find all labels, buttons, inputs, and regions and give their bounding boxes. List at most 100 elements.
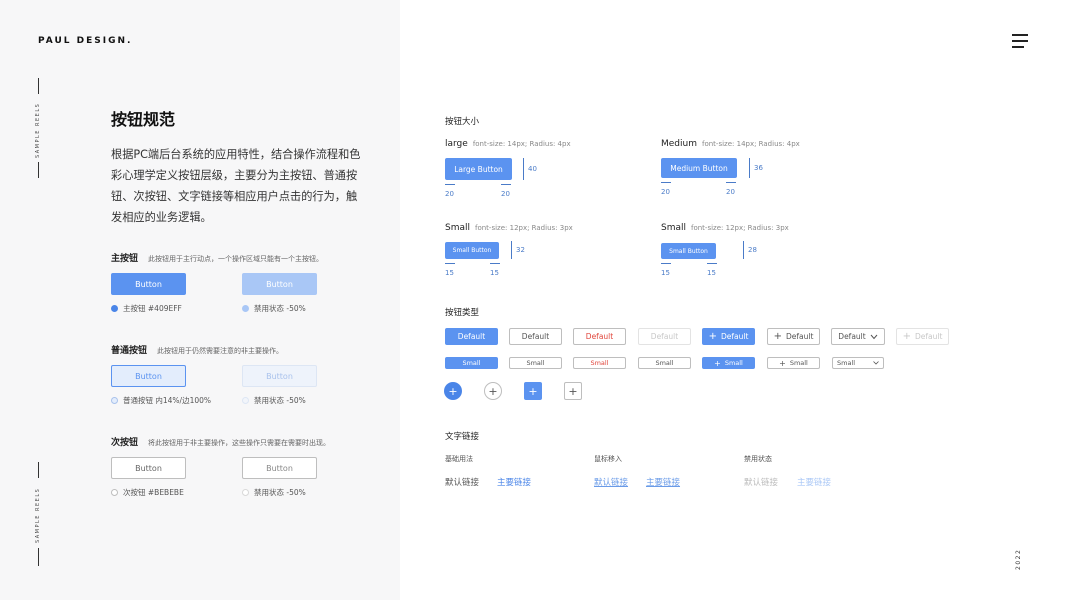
- circle-add-outline-button[interactable]: +: [484, 382, 502, 400]
- secondary-disabled-note: 禁用状态 -50%: [242, 487, 306, 498]
- dropdown-button[interactable]: Default: [831, 328, 885, 345]
- circle-add-button[interactable]: +: [444, 382, 462, 400]
- primary-button[interactable]: Button: [111, 273, 186, 295]
- small-label: Small font-size: 12px; Radius: 3px: [445, 223, 573, 233]
- menu-line: [1012, 46, 1024, 48]
- disabled-add-button: + Default: [896, 328, 949, 345]
- small2-name: Small: [661, 223, 686, 233]
- dropdown-small-button[interactable]: Small: [832, 357, 884, 369]
- small2-spec: font-size: 12px; Radius: 3px: [691, 224, 789, 232]
- small-spec: font-size: 12px; Radius: 3px: [475, 224, 573, 232]
- pad-marker: [445, 263, 455, 264]
- normal-button[interactable]: Button: [111, 365, 186, 387]
- normal-disabled-note-text: 禁用状态 -50%: [254, 396, 306, 405]
- color-dot: [242, 489, 249, 496]
- small2-height: 28: [748, 246, 757, 254]
- default-link[interactable]: 默认链接: [445, 476, 479, 488]
- secondary-title: 次按钮: [111, 438, 139, 448]
- color-dot: [111, 489, 118, 496]
- secondary-button-disabled: Button: [242, 457, 317, 479]
- normal-disabled-note: 禁用状态 -50%: [242, 395, 306, 406]
- small2-button[interactable]: Small Button: [661, 243, 716, 259]
- side-text-top: SAMPLE REELS: [35, 102, 41, 158]
- side-divider: [38, 548, 39, 566]
- links-basic-label: 基础用法: [445, 455, 473, 463]
- large-label: large font-size: 14px; Radius: 4px: [445, 139, 571, 149]
- small2-pad-right: 15: [707, 269, 716, 277]
- primary-disabled-note: 禁用状态 -50%: [242, 303, 306, 314]
- pad-marker: [726, 182, 736, 183]
- plus-icon: +: [773, 331, 782, 342]
- square-add-outline-button[interactable]: +: [564, 382, 582, 400]
- page-description: 根据PC端后台系统的应用特性，结合操作流程和色彩心理学定义按钮层级，主要分为主按…: [111, 148, 361, 224]
- dropdown-label: Default: [838, 332, 866, 341]
- normal-note-text: 普通按钮 内14%/边100%: [123, 396, 212, 405]
- small-button[interactable]: Small Button: [445, 242, 499, 259]
- primary-link-hover[interactable]: 主要链接: [646, 476, 680, 488]
- large-height: 40: [528, 165, 537, 173]
- medium-pad-right: 20: [726, 188, 735, 196]
- primary-button-disabled: Button: [242, 273, 317, 295]
- secondary-note-text: 次按钮 #BEBEBE: [123, 488, 184, 497]
- primary-link[interactable]: 主要链接: [497, 476, 531, 488]
- small-pad-right: 15: [490, 269, 499, 277]
- large-pad-right: 20: [501, 190, 510, 198]
- menu-icon[interactable]: [1012, 34, 1028, 48]
- height-marker: [743, 241, 744, 259]
- primary-add-small-label: Small: [724, 359, 743, 367]
- color-dot: [111, 397, 118, 404]
- pad-marker: [707, 263, 717, 264]
- plain-small-button[interactable]: Small: [638, 357, 691, 369]
- left-panel: [0, 0, 400, 600]
- primary-add-button[interactable]: + Default: [702, 328, 755, 345]
- secondary-button[interactable]: Button: [111, 457, 186, 479]
- disabled-add-label: Default: [914, 332, 943, 341]
- plus-icon: +: [708, 331, 717, 342]
- default-link-hover[interactable]: 默认链接: [594, 476, 628, 488]
- pad-marker: [501, 184, 511, 185]
- dropdown-small-label: Small: [837, 359, 856, 367]
- plus-icon: +: [902, 331, 911, 342]
- primary-small-button[interactable]: Small: [445, 357, 498, 369]
- primary-note-text: 主按钮 #409EFF: [123, 304, 182, 313]
- height-marker: [749, 158, 750, 178]
- normal-button-disabled: Button: [242, 365, 317, 387]
- color-dot: [111, 305, 118, 312]
- height-marker: [511, 241, 512, 259]
- side-divider: [38, 78, 39, 94]
- secondary-desc: 将此按钮用于非主要操作，这些操作只需要在需要时出现。: [148, 439, 331, 447]
- add-button[interactable]: + Default: [767, 328, 820, 345]
- secondary-note: 次按钮 #BEBEBE: [111, 487, 184, 498]
- primary-disabled-note-text: 禁用状态 -50%: [254, 304, 306, 313]
- default-button[interactable]: Default: [509, 328, 562, 345]
- normal-title: 普通按钮: [111, 346, 148, 356]
- normal-note: 普通按钮 内14%/边100%: [111, 395, 211, 406]
- page-title: 按钮规范: [111, 110, 176, 129]
- primary-title: 主按钮: [111, 254, 139, 264]
- add-small-label: Small: [789, 359, 808, 367]
- square-add-button[interactable]: +: [524, 382, 542, 400]
- side-divider: [38, 462, 39, 478]
- danger-default-button[interactable]: Default: [573, 328, 626, 345]
- primary-default-button[interactable]: Default: [445, 328, 498, 345]
- large-name: large: [445, 139, 468, 149]
- medium-button[interactable]: Medium Button: [661, 158, 737, 178]
- side-text-bottom: SAMPLE REELS: [35, 487, 41, 543]
- color-dot: [242, 397, 249, 404]
- medium-height: 36: [754, 164, 763, 172]
- year-label: 2022: [1015, 548, 1022, 570]
- plus-icon: +: [779, 358, 786, 368]
- normal-section-title: 普通按钮 此按钮用于仍然需要注意的非主要操作。: [111, 343, 283, 356]
- small-height: 32: [516, 246, 525, 254]
- large-button[interactable]: Large Button: [445, 158, 512, 180]
- danger-small-button[interactable]: Small: [573, 357, 626, 369]
- primary-desc: 此按钮用于主行动点，一个操作区域只能有一个主按钮。: [148, 255, 324, 263]
- add-small-button[interactable]: + Small: [767, 357, 820, 369]
- sizes-title: 按钮大小: [445, 117, 480, 127]
- default-link-disabled: 默认链接: [744, 478, 779, 488]
- plus-icon: +: [568, 384, 578, 398]
- menu-line: [1012, 40, 1028, 42]
- plus-icon: +: [448, 384, 458, 398]
- small-button[interactable]: Small: [509, 357, 562, 369]
- primary-add-small-button[interactable]: + Small: [702, 357, 755, 369]
